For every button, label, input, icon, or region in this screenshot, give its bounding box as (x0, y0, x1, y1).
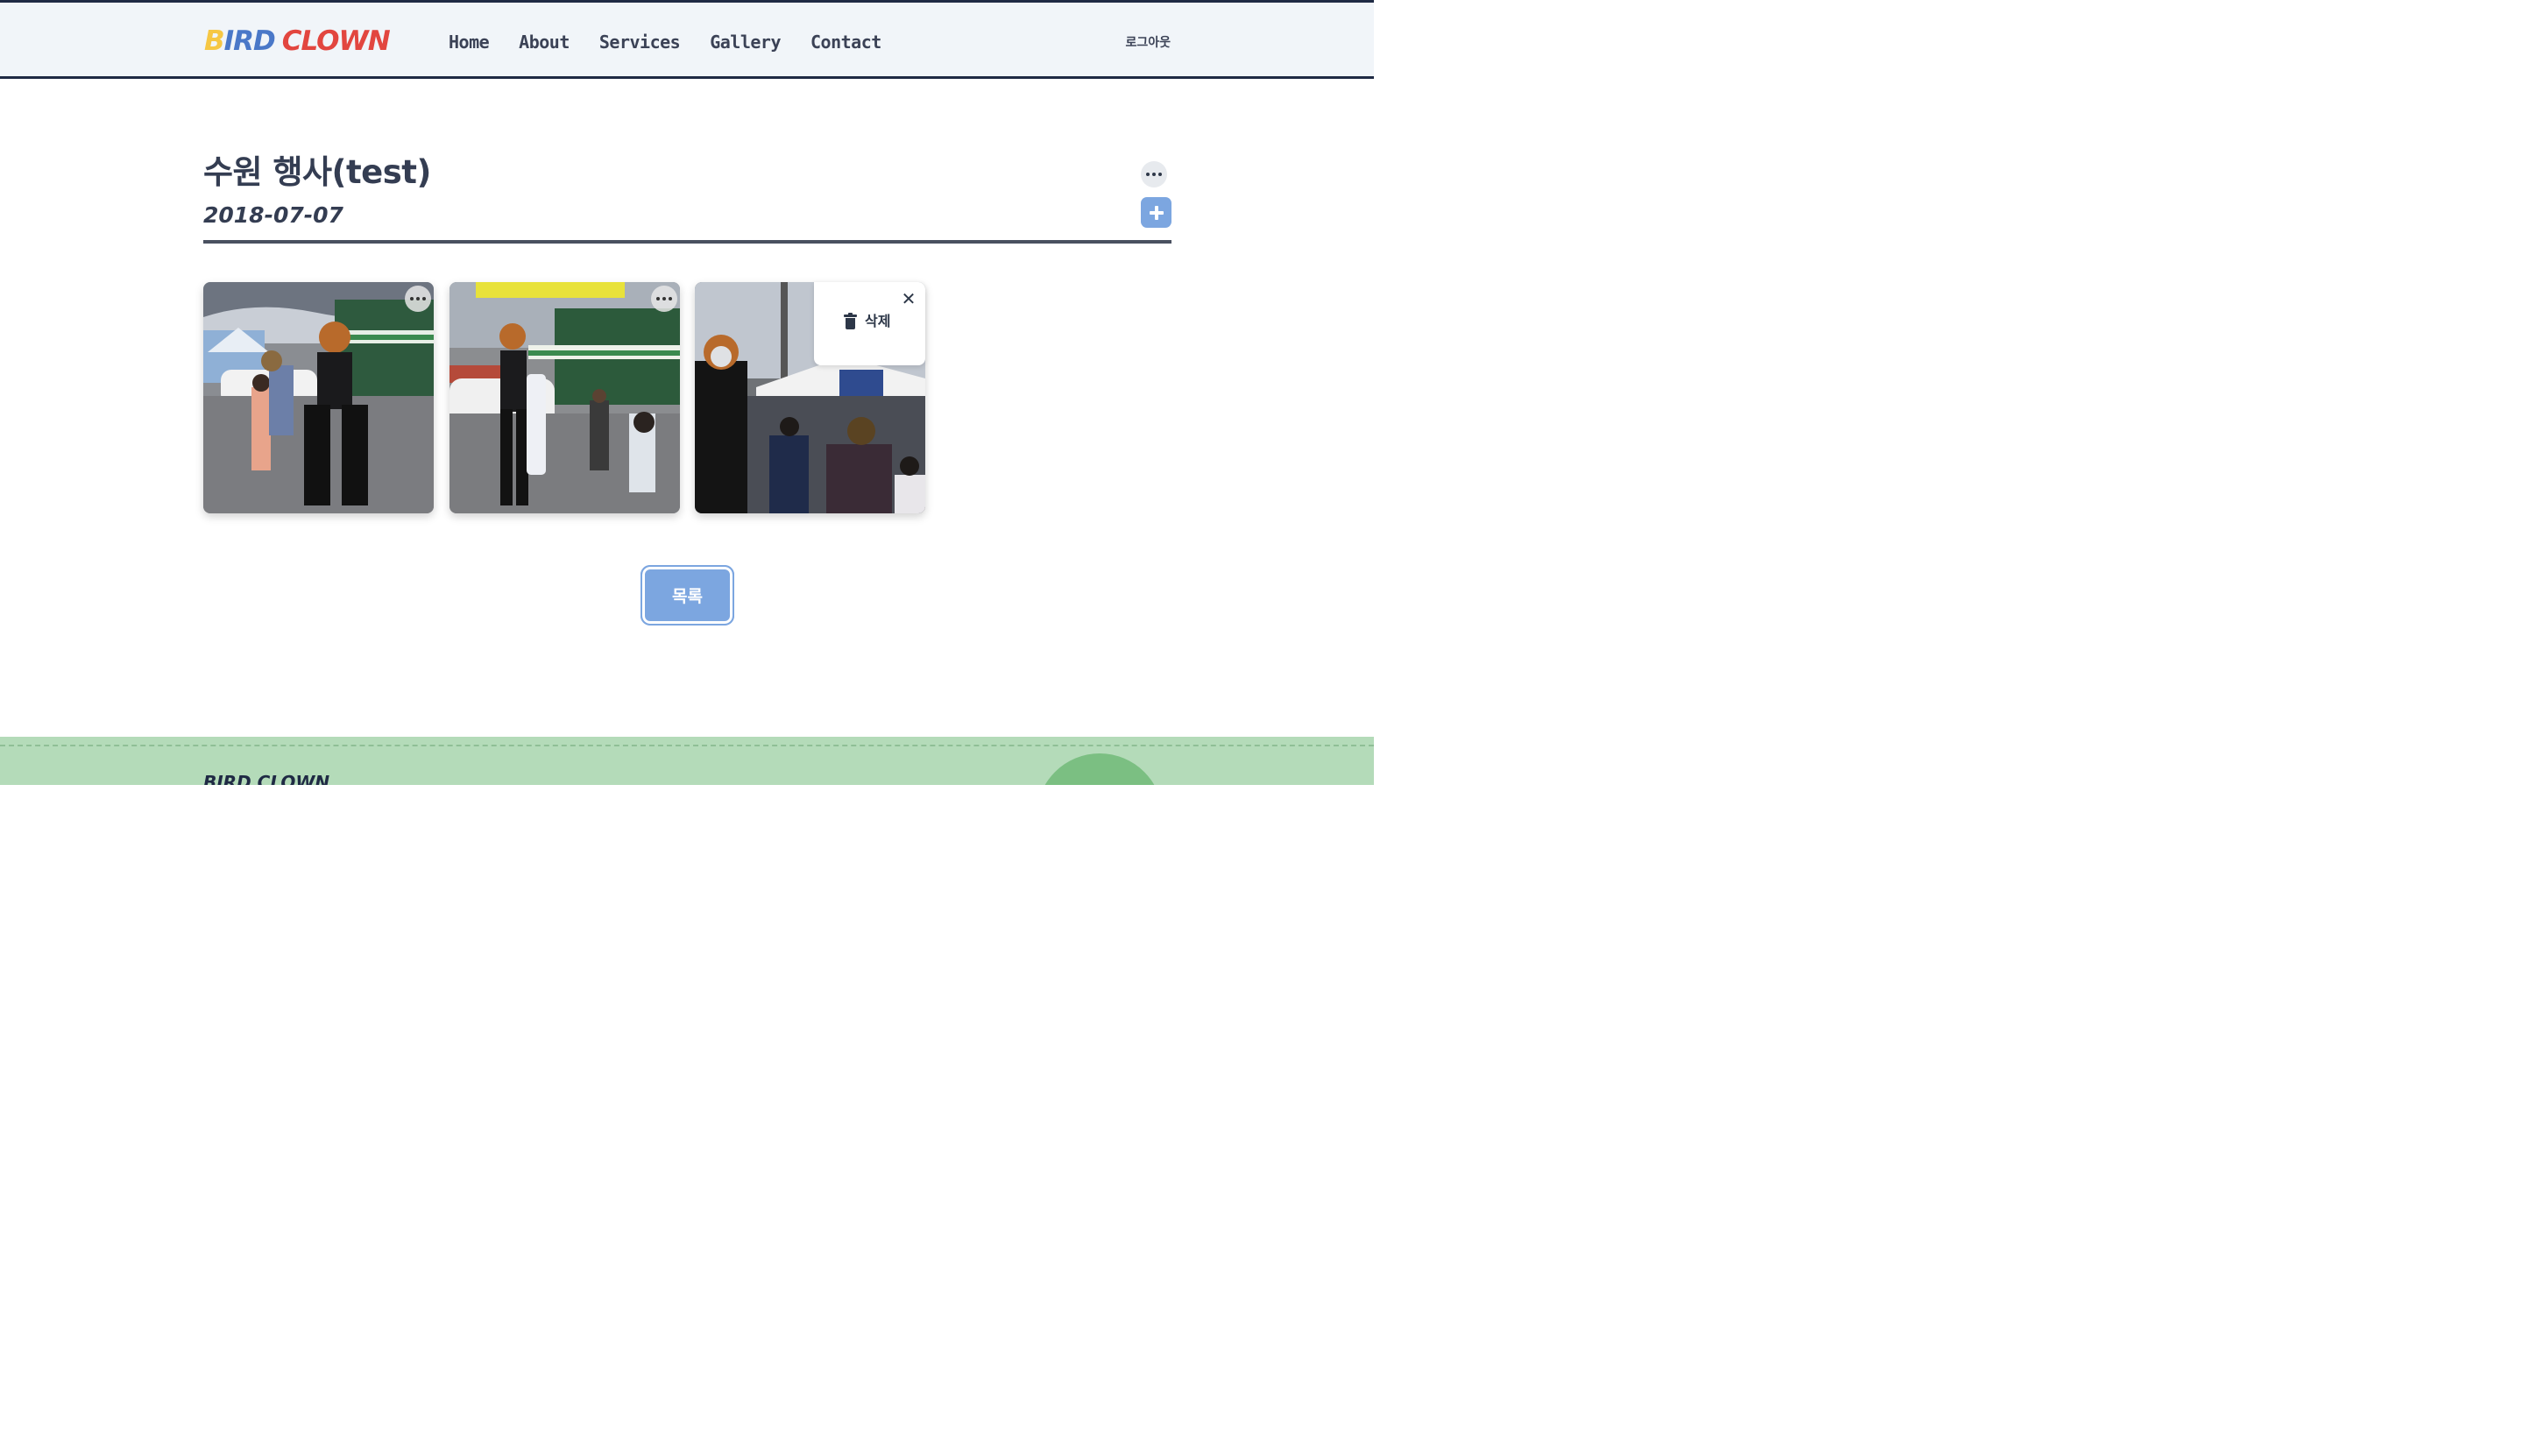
site-header: BIRD CLOWN Home About Services Gallery Co… (0, 0, 1374, 79)
trash-icon (844, 313, 857, 329)
site-footer: BIRD CLOWN (0, 737, 1374, 785)
photo-options-button[interactable] (651, 286, 677, 312)
nav-about[interactable]: About (519, 31, 570, 53)
photo-image (203, 282, 434, 513)
back-to-list-button[interactable]: 목록 (641, 565, 734, 626)
post-options-button[interactable] (1141, 161, 1167, 187)
site-logo[interactable]: BIRD CLOWN (204, 25, 391, 57)
logo-letter-b: B (204, 25, 225, 57)
add-photo-button[interactable] (1141, 197, 1171, 228)
logo-word-clown: CLOWN (281, 25, 391, 57)
gallery-photo-1[interactable] (203, 282, 434, 513)
footer-brand: BIRD CLOWN (203, 772, 330, 785)
photo-options-button[interactable] (405, 286, 431, 312)
nav-contact[interactable]: Contact (810, 31, 881, 53)
post-title: 수원 행사(test) (203, 153, 431, 191)
footer-dashed-divider (0, 745, 1374, 746)
close-icon[interactable]: ✕ (899, 289, 918, 308)
post-date: 2018-07-07 (203, 202, 343, 228)
logo-word-ird: IRD (223, 25, 276, 57)
delete-label: 삭제 (865, 313, 891, 329)
more-horizontal-icon (410, 297, 426, 300)
nav-home[interactable]: Home (449, 31, 490, 53)
plus-icon (1149, 205, 1164, 220)
logout-link[interactable]: 로그아웃 (1125, 35, 1171, 51)
title-divider (203, 240, 1171, 244)
more-horizontal-icon (656, 297, 672, 300)
list-button-label: 목록 (672, 587, 703, 606)
more-horizontal-icon (1146, 173, 1162, 176)
main-nav: Home About Services Gallery Contact (449, 31, 881, 53)
footer-decoration (1037, 753, 1163, 785)
nav-gallery[interactable]: Gallery (710, 31, 781, 53)
delete-photo-button[interactable]: 삭제 (844, 313, 890, 330)
photo-options-menu: ✕ 삭제 (814, 282, 925, 365)
gallery-photo-2[interactable] (449, 282, 680, 513)
photo-image (449, 282, 680, 513)
nav-services[interactable]: Services (599, 31, 681, 53)
